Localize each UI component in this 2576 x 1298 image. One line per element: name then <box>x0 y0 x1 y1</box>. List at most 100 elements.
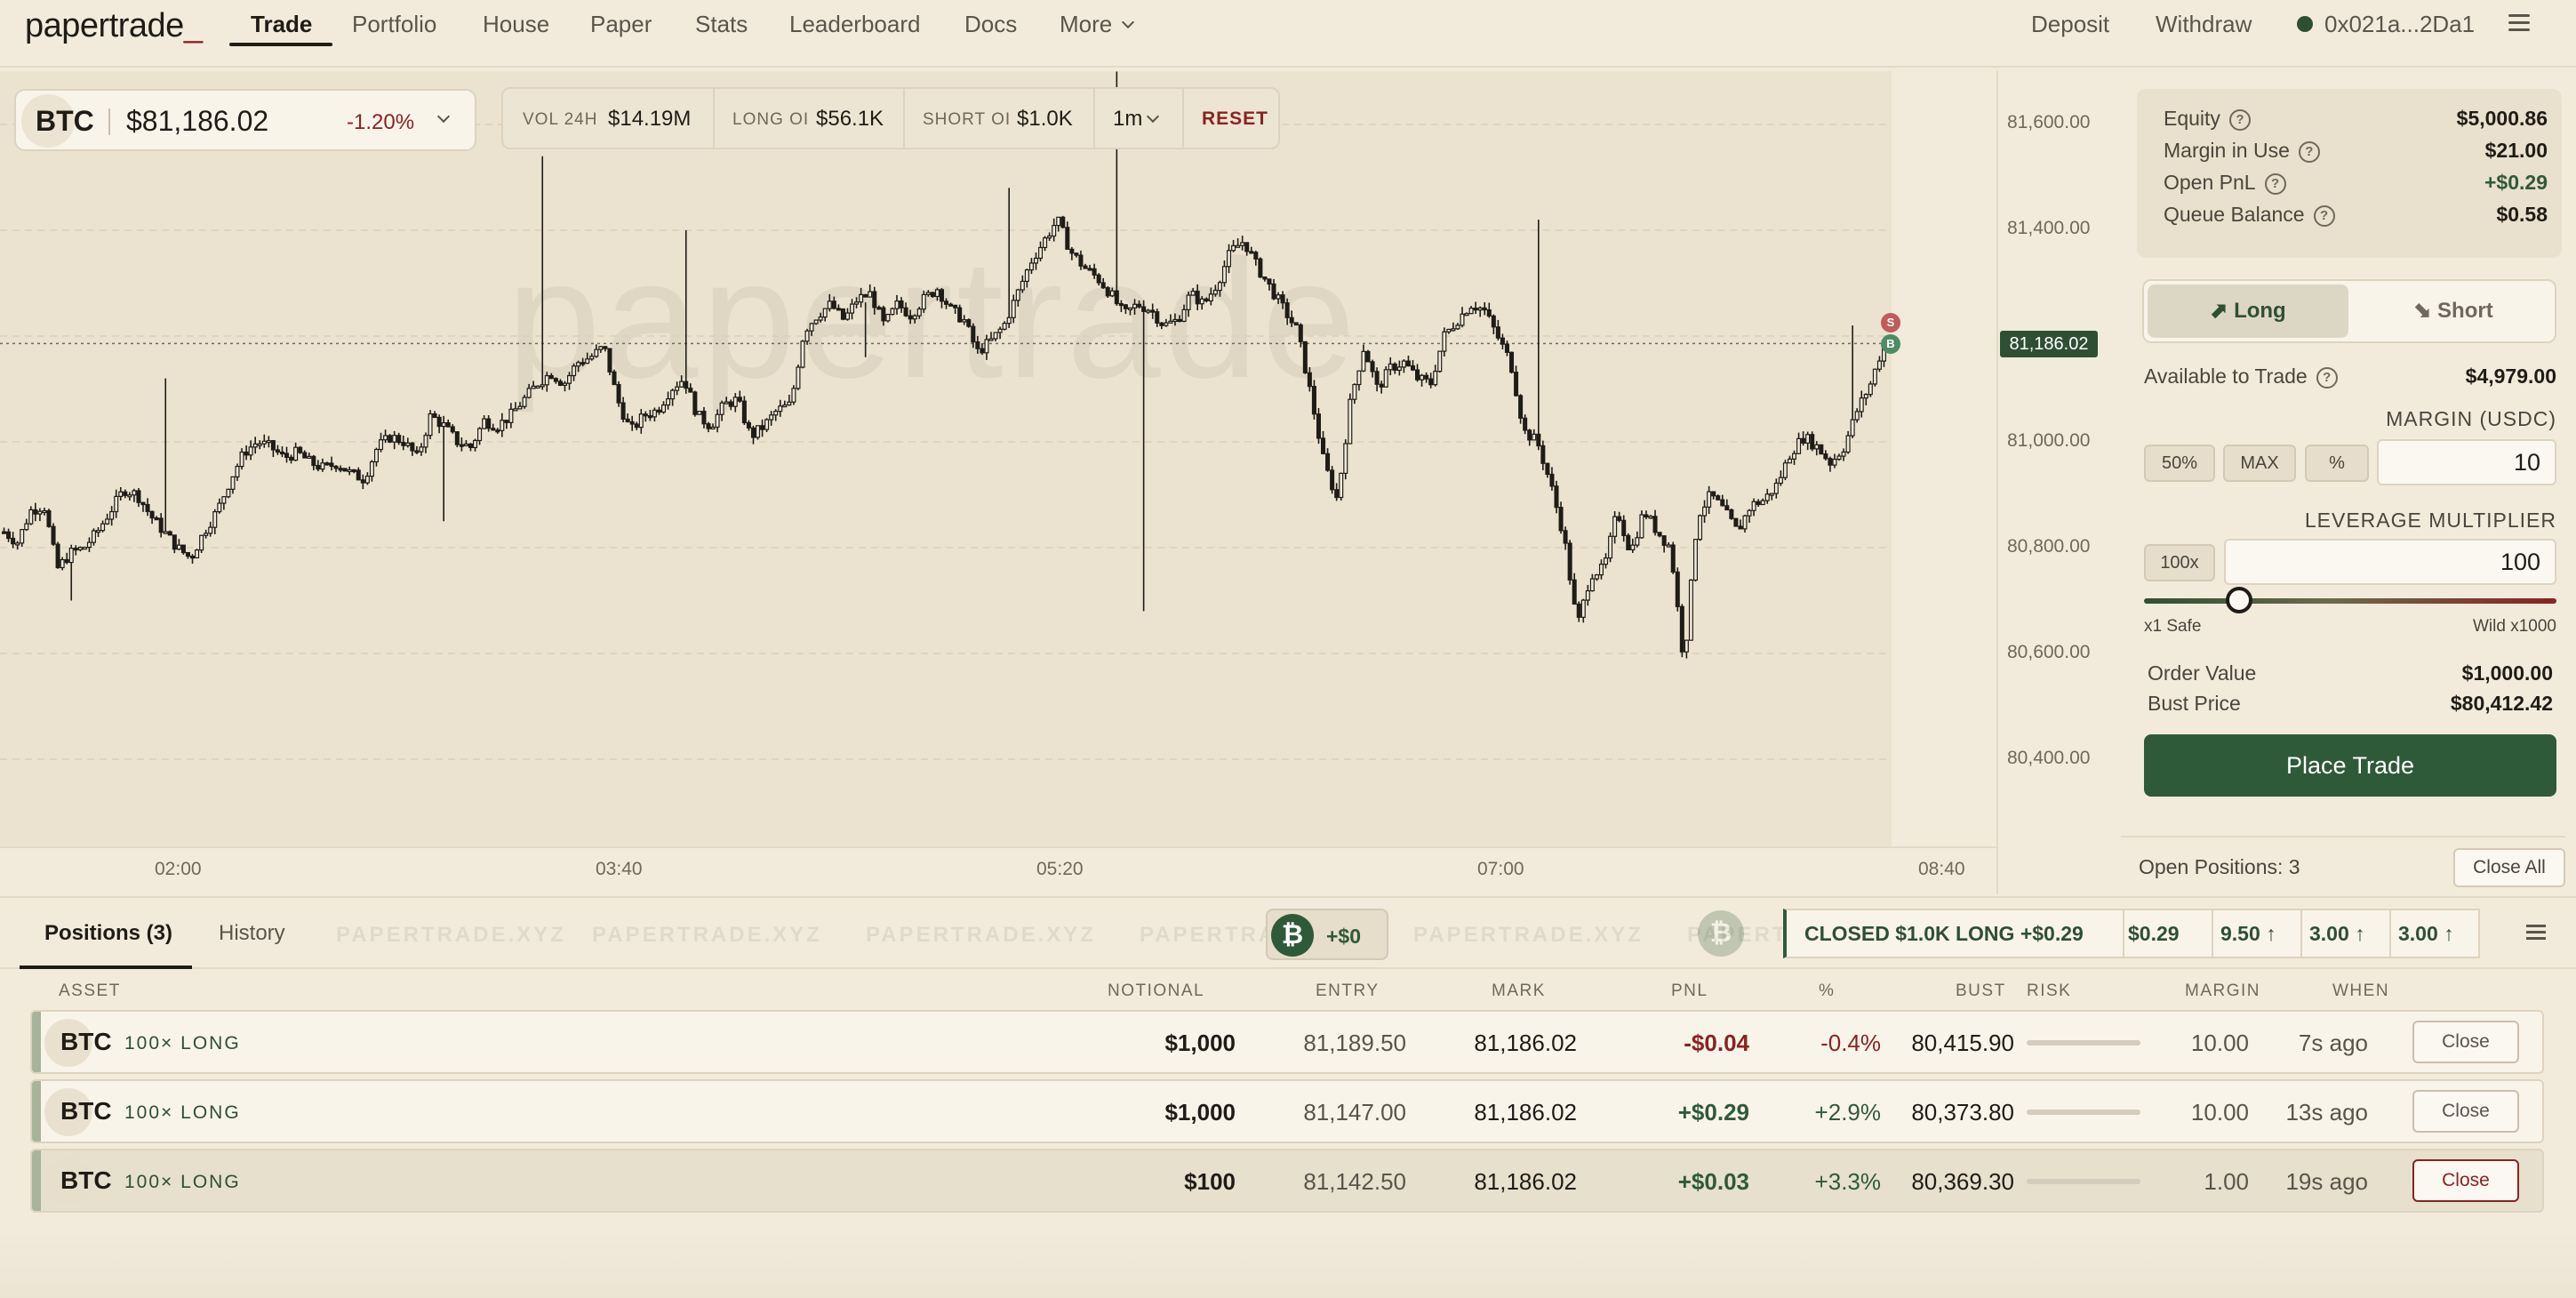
deposit-link[interactable]: Deposit <box>2031 11 2109 38</box>
candle <box>1289 310 1294 327</box>
margin-input[interactable]: 10 <box>2377 439 2556 485</box>
long-oi-label: LONG OI <box>732 110 810 129</box>
col-header-pnl: PNL <box>1671 982 1708 1000</box>
candle <box>414 445 420 454</box>
row-accent-bar <box>32 1012 41 1072</box>
nav-trade[interactable]: Trade <box>251 11 312 38</box>
place-trade-button[interactable]: Place Trade <box>2144 734 2556 797</box>
nav-leaderboard[interactable]: Leaderboard <box>789 11 920 38</box>
help-icon[interactable]: ? <box>2316 366 2338 389</box>
candle <box>531 381 536 389</box>
candle <box>504 420 509 429</box>
candle <box>1666 541 1671 548</box>
reset-button[interactable]: RESET <box>1202 108 1268 130</box>
menu-icon[interactable] <box>2526 925 2546 941</box>
candle <box>894 294 900 315</box>
leverage-section-label: LEVERAGE MULTIPLIER <box>2304 509 2556 532</box>
candle <box>1702 500 1708 524</box>
bust-price-value: $80,412.42 <box>2450 692 2553 715</box>
candle <box>756 425 761 440</box>
candle <box>572 363 577 381</box>
margin-pct-chip[interactable]: % <box>2305 445 2369 482</box>
margin-50-chip[interactable]: 50% <box>2144 445 2215 482</box>
candle <box>1661 535 1667 553</box>
candle <box>692 390 698 417</box>
close-position-button[interactable]: Close <box>2412 1159 2519 1202</box>
candle <box>620 397 626 422</box>
tab-history[interactable]: History <box>219 921 285 946</box>
table-row[interactable]: BTC 100× LONG $100 81,142.50 81,186.02 +$0.03… <box>30 1149 2544 1213</box>
nav-more[interactable]: More <box>1060 11 1112 38</box>
long-button[interactable]: ⬈ Long <box>2148 284 2348 338</box>
short-label: Short <box>2437 299 2493 323</box>
candle <box>1321 430 1326 455</box>
help-icon[interactable]: ? <box>2228 108 2251 131</box>
withdraw-link[interactable]: Withdraw <box>2156 11 2252 38</box>
wallet-address[interactable]: 0x021a...2Da1 <box>2324 11 2475 38</box>
help-icon[interactable]: ? <box>2313 204 2335 227</box>
available-label: Available to Trade? <box>2144 365 2338 389</box>
pnl-row: Open PnL? +$0.29 <box>2164 171 2548 197</box>
short-button[interactable]: ⬊ Short <box>2354 284 2553 338</box>
candle <box>132 488 137 502</box>
interval-selector[interactable]: 1m <box>1113 107 1142 132</box>
margin-value: 10.00 <box>2190 1030 2249 1056</box>
candle <box>428 410 433 440</box>
y-tick: 80,600.00 <box>2007 642 2091 662</box>
leverage-input[interactable]: 100 <box>2224 539 2556 585</box>
menu-icon[interactable] <box>2508 14 2530 34</box>
leverage-chip[interactable]: 100x <box>2144 544 2215 581</box>
candle <box>1253 250 1259 266</box>
candle <box>1060 215 1066 228</box>
tab-positions[interactable]: Positions (3) <box>44 921 172 946</box>
close-position-button[interactable]: Close <box>2412 1090 2519 1133</box>
candle <box>77 546 83 552</box>
candle <box>1742 514 1748 533</box>
candle <box>1217 280 1222 297</box>
nav-house[interactable]: House <box>483 11 549 38</box>
close-position-button[interactable]: Close <box>2412 1021 2519 1063</box>
marquee-text: PAPERTRADE.XYZ <box>866 923 1096 947</box>
candle <box>1204 297 1209 303</box>
nav-stats[interactable]: Stats <box>695 11 748 38</box>
table-row[interactable]: BTC 100× LONG $1,000 81,147.00 81,186.02 +$0.… <box>30 1079 2544 1143</box>
short-oi-label: SHORT OI <box>923 110 1012 129</box>
y-tick: 80,400.00 <box>2007 748 2091 768</box>
candle <box>396 432 402 445</box>
chart-panel[interactable]: papertrade S B BTC $81,186.02 -1.20% VOL… <box>0 71 2098 894</box>
nav-paper[interactable]: Paper <box>590 11 652 38</box>
candle <box>185 551 190 559</box>
margin-max-chip[interactable]: MAX <box>2223 445 2296 482</box>
chart-plot-area[interactable]: papertrade <box>0 71 1892 846</box>
chevron-down-icon <box>1121 15 1135 29</box>
candle <box>1083 263 1088 269</box>
live-pnl-chip[interactable]: ₿ +$0 <box>1266 909 1388 960</box>
nav-portfolio[interactable]: Portfolio <box>352 11 436 38</box>
candle <box>1626 533 1631 551</box>
pnl-value: +$0.03 <box>1677 1168 1749 1195</box>
ticker-price: $81,186.02 <box>126 105 269 137</box>
candle <box>20 528 25 548</box>
logo[interactable]: papertrade_ <box>25 7 203 45</box>
candlestick-chart[interactable] <box>0 71 1892 846</box>
entry-price: 81,142.50 <box>1303 1168 1406 1195</box>
available-value: $4,979.00 <box>2465 365 2556 388</box>
candle <box>432 411 437 419</box>
nav-docs[interactable]: Docs <box>964 11 1017 38</box>
candle <box>1576 601 1581 622</box>
candle <box>769 411 774 426</box>
table-row[interactable]: BTC 100× LONG $1,000 81,189.50 81,186.02 -$0.… <box>30 1010 2544 1074</box>
help-icon[interactable]: ? <box>2264 172 2286 195</box>
candle <box>737 390 742 404</box>
candle <box>1518 394 1524 424</box>
leverage-slider[interactable] <box>2144 598 2556 604</box>
close-all-button[interactable]: Close All <box>2453 848 2565 887</box>
ticker-selector[interactable]: BTC $81,186.02 -1.20% <box>14 89 476 151</box>
candle <box>885 313 891 323</box>
logo-cursor: _ <box>183 7 203 44</box>
candle <box>836 304 841 311</box>
leverage-slider-handle[interactable] <box>2225 587 2252 613</box>
help-icon[interactable]: ? <box>2298 140 2320 163</box>
candle <box>405 437 411 448</box>
candle <box>1199 296 1204 310</box>
